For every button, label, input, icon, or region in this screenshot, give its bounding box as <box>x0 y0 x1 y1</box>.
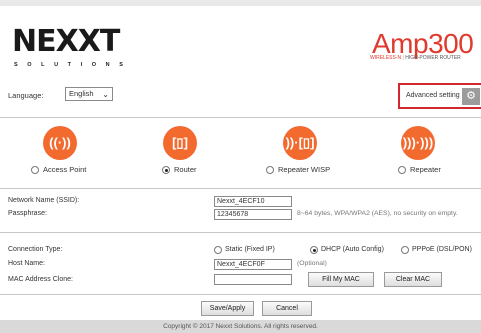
mode-repeater[interactable]: )))·))) Repeater <box>358 122 478 182</box>
nexxt-logo: NEXXT <box>12 24 120 59</box>
passphrase-hint: 8~64 bytes, WPA/WPA2 (AES), no security … <box>297 210 458 217</box>
nexxt-logo-subtitle: SOLUTIONS <box>14 62 133 68</box>
mac-clone-input[interactable] <box>214 274 292 285</box>
advanced-setting-box[interactable]: Advanced setting ⚙ <box>398 83 481 109</box>
mode-repeater-wisp[interactable]: ))·[▯] Repeater WISP <box>240 122 360 182</box>
mode-access-point[interactable]: ((·)) Access Point <box>0 122 120 182</box>
connection-option-pppoe-label: PPPoE (DSL/PON) <box>412 246 472 253</box>
mode-radio-router[interactable] <box>162 166 170 174</box>
footer-copyright: Copyright © 2017 Nexxt Solutions. All ri… <box>0 320 481 333</box>
language-selected-value: English <box>69 89 94 98</box>
operation-modes: ((·)) Access Point [▯] Router ))·[▯] Rep… <box>0 122 481 182</box>
ssid-label: Network Name (SSID): <box>8 197 80 204</box>
divider <box>0 188 481 189</box>
product-subtitle: WIRELESS-N | HIGH-POWER ROUTER <box>370 55 461 61</box>
mode-label-repeater-wisp: Repeater WISP <box>278 165 331 174</box>
radio-pppoe[interactable] <box>401 246 409 254</box>
cancel-button[interactable]: Cancel <box>262 301 312 316</box>
divider <box>0 294 481 295</box>
mode-radio-repeater-wisp[interactable] <box>266 166 274 174</box>
mode-label-router: Router <box>174 165 197 174</box>
repeater-icon[interactable]: )))·))) <box>401 126 435 160</box>
mode-radio-repeater[interactable] <box>398 166 406 174</box>
connection-option-dhcp-label: DHCP (Auto Config) <box>321 246 384 253</box>
passphrase-input[interactable]: 12345678 <box>214 209 292 220</box>
divider <box>0 232 481 233</box>
mode-label-repeater: Repeater <box>410 165 441 174</box>
host-name-input[interactable]: Nexxt_4ECF0F <box>214 259 292 270</box>
product-subtitle-wireless: WIRELESS-N <box>370 55 402 61</box>
host-name-hint: (Optional) <box>297 260 327 267</box>
mac-clone-label: MAC Address Clone: <box>8 276 73 283</box>
access-point-icon[interactable]: ((·)) <box>43 126 77 160</box>
divider <box>0 117 481 118</box>
language-bar: Language: English ⌄ Advanced setting ⚙ <box>0 76 481 116</box>
mode-label-access-point: Access Point <box>43 165 87 174</box>
chevron-down-icon: ⌄ <box>102 90 109 99</box>
product-subtitle-separator: | <box>402 55 404 61</box>
radio-static[interactable] <box>214 246 222 254</box>
language-label: Language: <box>8 91 44 100</box>
language-select[interactable]: English ⌄ <box>65 87 113 101</box>
passphrase-label: Passphrase: <box>8 210 47 217</box>
host-name-label: Host Name: <box>8 260 45 267</box>
repeater-wisp-icon[interactable]: ))·[▯] <box>283 126 317 160</box>
radio-dhcp[interactable] <box>310 246 318 254</box>
header: NEXXT SOLUTIONS Amp300 WIRELESS-N | HIGH… <box>0 6 481 76</box>
gear-icon[interactable]: ⚙ <box>462 88 480 105</box>
connection-type-label: Connection Type: <box>8 246 63 253</box>
connection-option-static-label: Static (Fixed IP) <box>225 246 275 253</box>
clear-mac-button[interactable]: Clear MAC <box>384 272 442 287</box>
ssid-input[interactable]: Nexxt_4ECF10 <box>214 196 292 207</box>
product-subtitle-highpower: HIGH-POWER ROUTER <box>405 55 461 61</box>
fill-my-mac-button[interactable]: Fill My MAC <box>308 272 374 287</box>
advanced-setting-label: Advanced setting <box>406 92 460 99</box>
mode-router[interactable]: [▯] Router <box>120 122 240 182</box>
mode-radio-access-point[interactable] <box>31 166 39 174</box>
router-icon[interactable]: [▯] <box>163 126 197 160</box>
save-apply-button[interactable]: Save/Apply <box>201 301 254 316</box>
